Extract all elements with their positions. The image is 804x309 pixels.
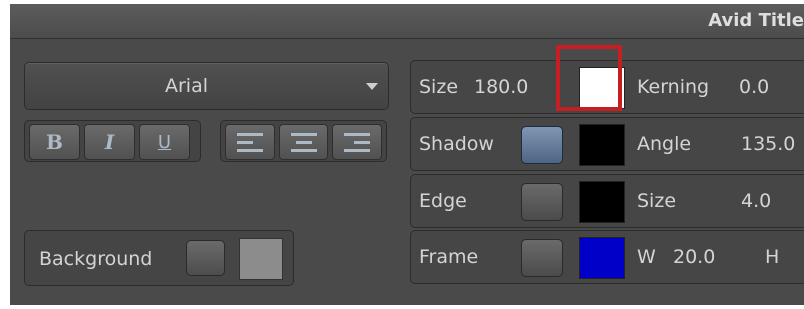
angle-label: Angle — [637, 133, 692, 155]
alignment-group — [220, 120, 387, 162]
text-style-group: B I U — [24, 120, 201, 162]
background-color-swatch[interactable] — [239, 238, 283, 280]
bold-icon: B — [46, 130, 63, 154]
edge-label: Edge — [419, 190, 467, 212]
background-control: Background — [24, 230, 294, 286]
kerning-label: Kerning — [637, 76, 710, 98]
highlight-box — [556, 45, 622, 111]
background-label: Background — [39, 248, 153, 270]
align-center-icon — [290, 132, 317, 152]
frame-toggle[interactable] — [521, 239, 563, 277]
edge-size-label: Size — [637, 190, 677, 212]
align-center-button[interactable] — [278, 124, 329, 160]
frame-row: Frame W 20.0 H — [410, 230, 804, 284]
italic-icon: I — [104, 130, 115, 154]
font-family-value: Arial — [164, 75, 208, 97]
shadow-color-swatch[interactable] — [579, 124, 625, 166]
italic-button[interactable]: I — [84, 124, 135, 160]
font-family-dropdown[interactable]: Arial — [24, 62, 389, 110]
underline-button[interactable]: U — [139, 124, 190, 160]
title-tool-panel: Avid Title Arial B I U Background Size 1… — [10, 4, 804, 305]
angle-value[interactable]: 135.0 — [741, 133, 795, 155]
chevron-down-icon — [366, 83, 378, 90]
align-right-button[interactable] — [332, 124, 383, 160]
align-right-icon — [344, 132, 371, 152]
frame-width-value[interactable]: 20.0 — [673, 246, 715, 268]
frame-label: Frame — [419, 246, 479, 268]
underline-icon: U — [157, 131, 172, 153]
align-left-button[interactable] — [225, 124, 275, 160]
size-label: Size — [419, 76, 459, 98]
edge-color-swatch[interactable] — [579, 181, 625, 223]
title-bar: Avid Title — [10, 4, 804, 39]
window-title: Avid Title — [708, 10, 804, 31]
align-left-icon — [236, 132, 263, 152]
shadow-row: Shadow Angle 135.0 — [410, 117, 804, 171]
bold-button[interactable]: B — [29, 124, 80, 160]
edge-size-value[interactable]: 4.0 — [741, 190, 771, 212]
kerning-value[interactable]: 0.0 — [739, 76, 769, 98]
frame-color-swatch[interactable] — [579, 237, 625, 279]
background-toggle[interactable] — [186, 240, 225, 276]
frame-height-label: H — [765, 246, 780, 268]
edge-row: Edge Size 4.0 — [410, 174, 804, 228]
frame-width-label: W — [637, 246, 656, 268]
shadow-label: Shadow — [419, 133, 494, 155]
shadow-toggle[interactable] — [521, 126, 563, 164]
size-value[interactable]: 180.0 — [474, 76, 528, 98]
edge-toggle[interactable] — [521, 183, 563, 221]
